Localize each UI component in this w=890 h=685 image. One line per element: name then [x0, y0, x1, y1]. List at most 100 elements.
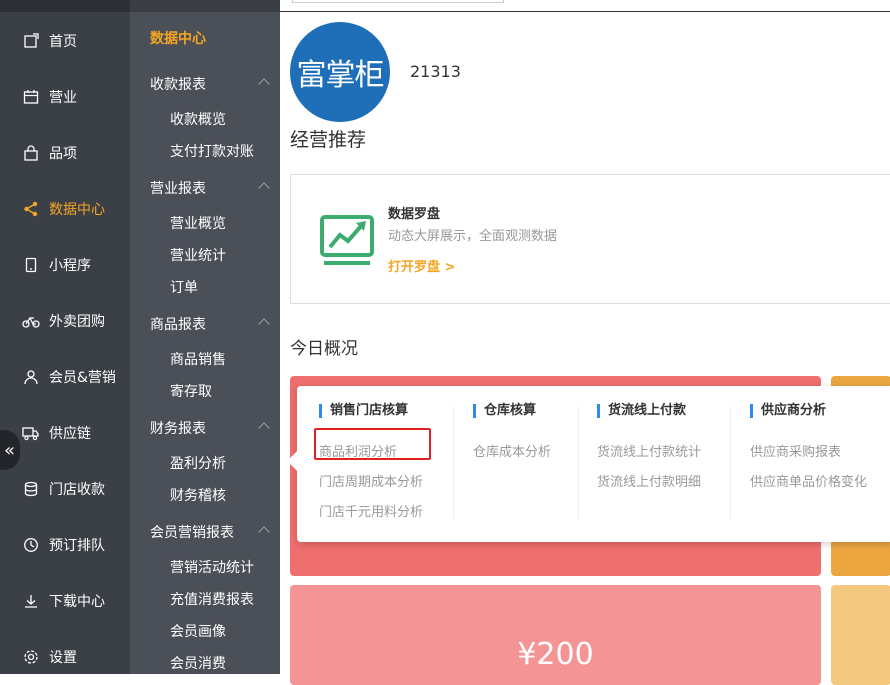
sidebar-item-label: 设置 [49, 650, 77, 666]
sidebar-item-mini-program[interactable]: 小程序 [0, 250, 130, 280]
subnav-group-business-reports[interactable]: 营业报表 [150, 178, 270, 198]
sidebar-item-settings[interactable]: 设置 [0, 642, 130, 672]
sidebar-item-business[interactable]: 营业 [0, 82, 130, 112]
sidebar-item-label: 预订排队 [49, 538, 105, 554]
subnav-item-finance-audit[interactable]: 财务稽核 [170, 485, 268, 505]
sidebar-item-label: 营业 [49, 90, 77, 106]
subnav-item-profit-analysis[interactable]: 盈利分析 > [170, 453, 268, 473]
group-label: 会员营销报表 [150, 525, 234, 541]
top-divider [280, 11, 890, 12]
column-title: 销售门店核算 [319, 404, 408, 418]
main-content: 富掌柜 21313 经营推荐 数据罗盘 动态大屏展示，全面观测数据 打开罗盘 >… [280, 0, 890, 685]
sidebar-item-label: 供应链 [49, 426, 91, 442]
flyout-item-supplier-price[interactable]: 供应商单品价格变化 [750, 471, 867, 490]
subnav-item-campaign-stats[interactable]: 营销活动统计 [170, 557, 268, 577]
column-divider [578, 406, 579, 518]
amount-value: ¥200 [517, 637, 594, 672]
subnav-group-payment-reports[interactable]: 收款报表 [150, 74, 270, 94]
sidebar-item-members[interactable]: 会员&营销 [0, 362, 130, 392]
sidebar-item-delivery[interactable]: 外卖团购 [0, 306, 130, 336]
data-compass-card[interactable]: 数据罗盘 动态大屏展示，全面观测数据 打开罗盘 > [290, 174, 890, 304]
subnav-item-orders[interactable]: 订单 [170, 277, 268, 297]
column-title: 货流线上付款 [597, 404, 686, 418]
chevron-up-icon [258, 422, 270, 434]
shop-logo: 富掌柜 [290, 22, 390, 122]
recommend-heading: 经营推荐 [290, 129, 367, 151]
user-icon [22, 368, 40, 386]
chevron-up-icon [258, 78, 270, 90]
group-label: 商品报表 [150, 317, 206, 333]
subnav-group-product-reports[interactable]: 商品报表 [150, 314, 270, 334]
group-label: 财务报表 [150, 421, 206, 437]
sidebar-item-reservation[interactable]: 预订排队 [0, 530, 130, 560]
database-icon [22, 480, 40, 498]
subnav-item-product-sales[interactable]: 商品销售 [170, 349, 268, 369]
chevron-up-icon [258, 318, 270, 330]
group-label: 收款报表 [150, 77, 206, 93]
subnav-title: 数据中心 [150, 31, 206, 47]
subnav-topbar [130, 0, 280, 12]
sidebar-item-label: 数据中心 [49, 202, 105, 218]
home-icon [22, 32, 40, 50]
truck-icon [22, 424, 40, 442]
sidebar-item-label: 首页 [49, 34, 77, 50]
highlight-box [314, 428, 431, 460]
group-label: 营业报表 [150, 181, 206, 197]
subnav-group-member-reports[interactable]: 会员营销报表 [150, 522, 270, 542]
today-tile-fourth[interactable] [831, 585, 890, 685]
sidebar-topbar [0, 0, 130, 12]
sidebar-item-label: 外卖团购 [49, 314, 105, 330]
profit-analysis-flyout: 销售门店核算 商品利润分析 门店周期成本分析 门店千元用料分析 仓库核算 仓库成… [287, 386, 890, 542]
gear-icon [22, 648, 40, 666]
chevron-up-icon [258, 182, 270, 194]
flyout-item-supplier-purchase[interactable]: 供应商采购报表 [750, 441, 841, 460]
flyout-item-logistics-stats[interactable]: 货流线上付款统计 [597, 441, 701, 460]
double-chevron-left-icon: « [3, 439, 15, 461]
column-divider [730, 406, 731, 518]
subnav-item-payment-reconciliation[interactable]: 支付打款对账 [170, 141, 268, 161]
card-desc: 动态大屏展示，全面观测数据 [388, 229, 558, 244]
clock-icon [22, 536, 40, 554]
sidebar-item-label: 下载中心 [49, 594, 105, 610]
bike-icon [22, 312, 40, 330]
calendar-icon [22, 88, 40, 106]
subnav-item-payment-overview[interactable]: 收款概览 [170, 109, 268, 129]
flyout-item-logistics-detail[interactable]: 货流线上付款明细 [597, 471, 701, 490]
chart-trend-icon [320, 215, 374, 265]
card-title: 数据罗盘 [388, 207, 441, 222]
bag-icon [22, 144, 40, 162]
sidebar-item-store-payment[interactable]: 门店收款 [0, 474, 130, 504]
sidebar-item-label: 小程序 [49, 258, 91, 274]
sidebar-item-products[interactable]: 品项 [0, 138, 130, 168]
open-compass-link[interactable]: 打开罗盘 > [388, 256, 455, 275]
sidebar-item-home[interactable]: 首页 [0, 26, 130, 56]
subnav-item-business-stats[interactable]: 营业统计 [170, 245, 268, 265]
column-title: 供应商分析 [750, 404, 826, 418]
subnav-item-member-portrait[interactable]: 会员画像 [170, 621, 268, 641]
column-divider [453, 406, 454, 518]
subnav-group-finance-reports[interactable]: 财务报表 [150, 418, 270, 438]
sidebar-item-label: 门店收款 [49, 482, 105, 498]
download-icon [22, 592, 40, 610]
flyout-item-warehouse-cost[interactable]: 仓库成本分析 [473, 441, 551, 460]
flyout-item-store-material[interactable]: 门店千元用料分析 [319, 501, 423, 520]
primary-sidebar: 首页 营业 品项 数据中心 小程序 外卖团购 会员&营销 供应链 门店收款 预订… [0, 0, 130, 674]
subnav-item-recharge-report[interactable]: 充值消费报表 [170, 589, 268, 609]
shop-id: 21313 [410, 62, 461, 81]
today-tile-amount[interactable]: ¥200 [290, 585, 821, 685]
sidebar-item-label: 会员&营销 [49, 370, 116, 386]
phone-icon [22, 256, 40, 274]
column-title: 仓库核算 [473, 404, 536, 418]
collapse-sidebar-button[interactable]: « [0, 430, 20, 470]
chevron-up-icon [258, 526, 270, 538]
share-icon [22, 200, 40, 218]
today-heading: 今日概况 [290, 339, 358, 359]
subnav-item-business-overview[interactable]: 营业概览 [170, 213, 268, 233]
sidebar-item-data-center[interactable]: 数据中心 [0, 194, 130, 224]
subnav-item-deposit[interactable]: 寄存取 [170, 381, 268, 401]
subnav-item-member-consumption[interactable]: 会员消费 [170, 653, 268, 673]
logo-text: 富掌柜 [296, 58, 385, 93]
sidebar-item-download[interactable]: 下载中心 [0, 586, 130, 616]
flyout-item-store-period-cost[interactable]: 门店周期成本分析 [319, 471, 423, 490]
chevron-right-icon: > [214, 453, 226, 469]
